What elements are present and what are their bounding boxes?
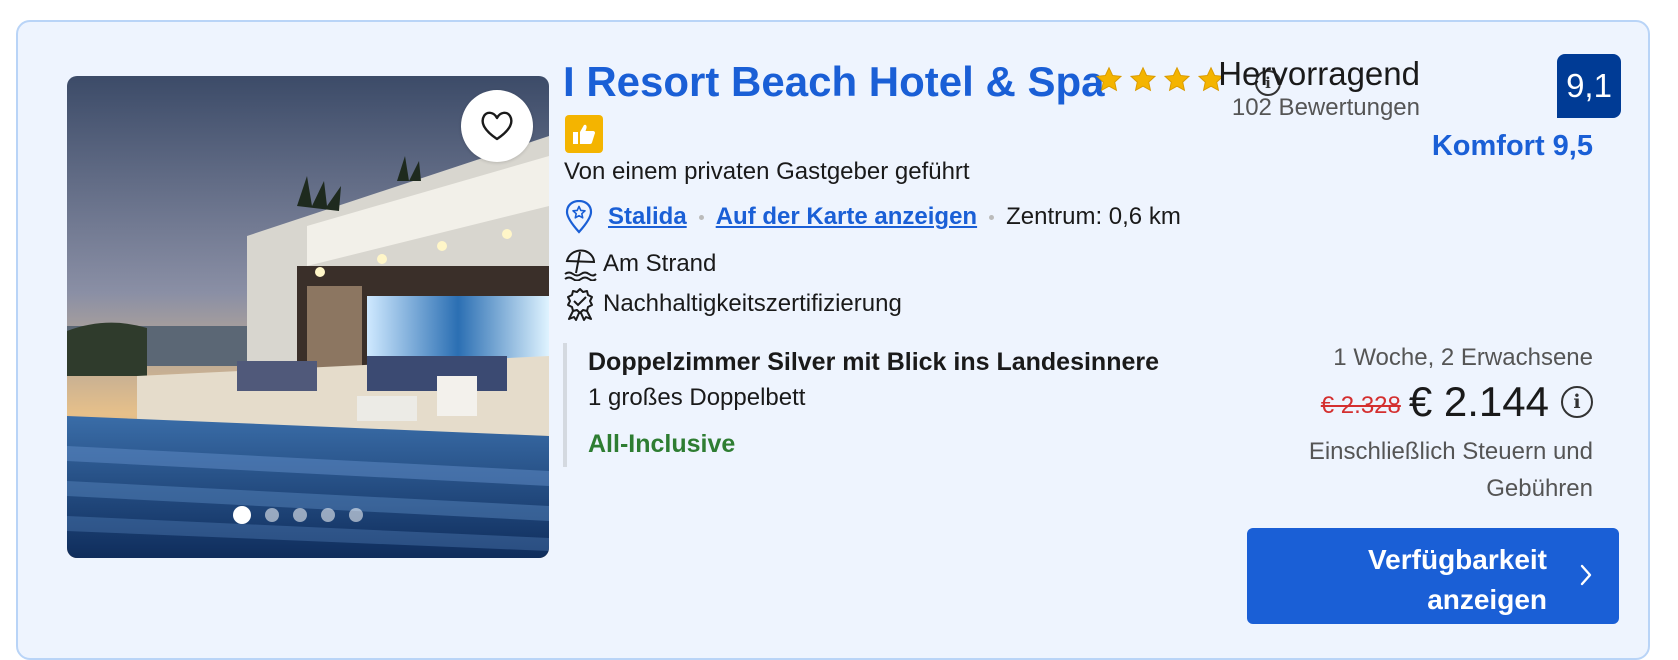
gallery-dot[interactable]: [265, 508, 279, 522]
property-card: I Resort Beach Hotel & Spa i Von einem p…: [16, 20, 1650, 660]
show-on-map-link[interactable]: Auf der Karte anzeigen: [716, 203, 977, 231]
gallery-dots[interactable]: [233, 506, 363, 524]
heart-icon: [481, 111, 513, 141]
star-rating: [1095, 66, 1225, 94]
star-icon: [1163, 66, 1191, 92]
favorite-button[interactable]: [461, 90, 533, 162]
review-score-badge[interactable]: 9,1: [1557, 54, 1621, 118]
host-info: Von einem privaten Gastgeber geführt: [564, 158, 970, 185]
gallery-dot[interactable]: [349, 508, 363, 522]
room-name: Doppelzimmer Silver mit Blick ins Landes…: [588, 348, 1160, 376]
price-info-icon[interactable]: i: [1561, 386, 1593, 418]
comfort-score: Komfort 9,5: [1431, 130, 1593, 162]
chevron-right-icon: [1580, 564, 1592, 586]
room-divider: [563, 343, 567, 467]
thumbs-up-badge[interactable]: [565, 115, 603, 153]
beach-umbrella-icon: [564, 249, 597, 281]
taxes-note: Einschließlich Steuern und Gebühren: [1308, 438, 1593, 502]
center-distance: Zentrum: 0,6 km: [1006, 203, 1181, 230]
city-link[interactable]: Stalida: [608, 203, 687, 231]
property-photo[interactable]: [67, 76, 549, 558]
gallery-dot[interactable]: [321, 508, 335, 522]
star-icon: [1095, 66, 1123, 92]
price-row: € 2.328 € 2.144 i: [1321, 378, 1593, 426]
review-count[interactable]: 102 Bewertungen: [1232, 94, 1420, 122]
feature-label: Am Strand: [603, 250, 717, 277]
show-availability-button[interactable]: Verfügbarkeit anzeigen: [1247, 528, 1619, 624]
location-row: Stalida Auf der Karte anzeigen Zentrum: …: [564, 200, 1181, 234]
board-type: All-Inclusive: [588, 430, 736, 458]
location-pin-icon: [565, 200, 593, 234]
hotel-name-link[interactable]: I Resort Beach Hotel & Spa: [563, 58, 1104, 106]
gallery-dot[interactable]: [233, 506, 251, 524]
show-availability-label: Verfügbarkeit anzeigen: [1368, 544, 1547, 615]
feature-sustainability: Nachhaltigkeitszertifizierung: [563, 286, 902, 322]
original-price: € 2.328: [1320, 392, 1401, 419]
rating-label: Hervorragend: [1218, 55, 1420, 92]
separator-dot: [989, 214, 995, 220]
feature-beach: Am Strand: [563, 246, 716, 282]
bed-type: 1 großes Doppelbett: [588, 384, 806, 411]
sustainability-badge-icon: [567, 288, 593, 321]
separator-dot: [698, 214, 704, 220]
feature-label: Nachhaltigkeitszertifizierung: [603, 290, 902, 317]
stay-details: 1 Woche, 2 Erwachsene: [1333, 344, 1593, 371]
thumbs-up-icon: [573, 124, 595, 144]
star-icon: [1129, 66, 1157, 92]
gallery-dot[interactable]: [293, 508, 307, 522]
current-price: € 2.144: [1408, 378, 1549, 425]
